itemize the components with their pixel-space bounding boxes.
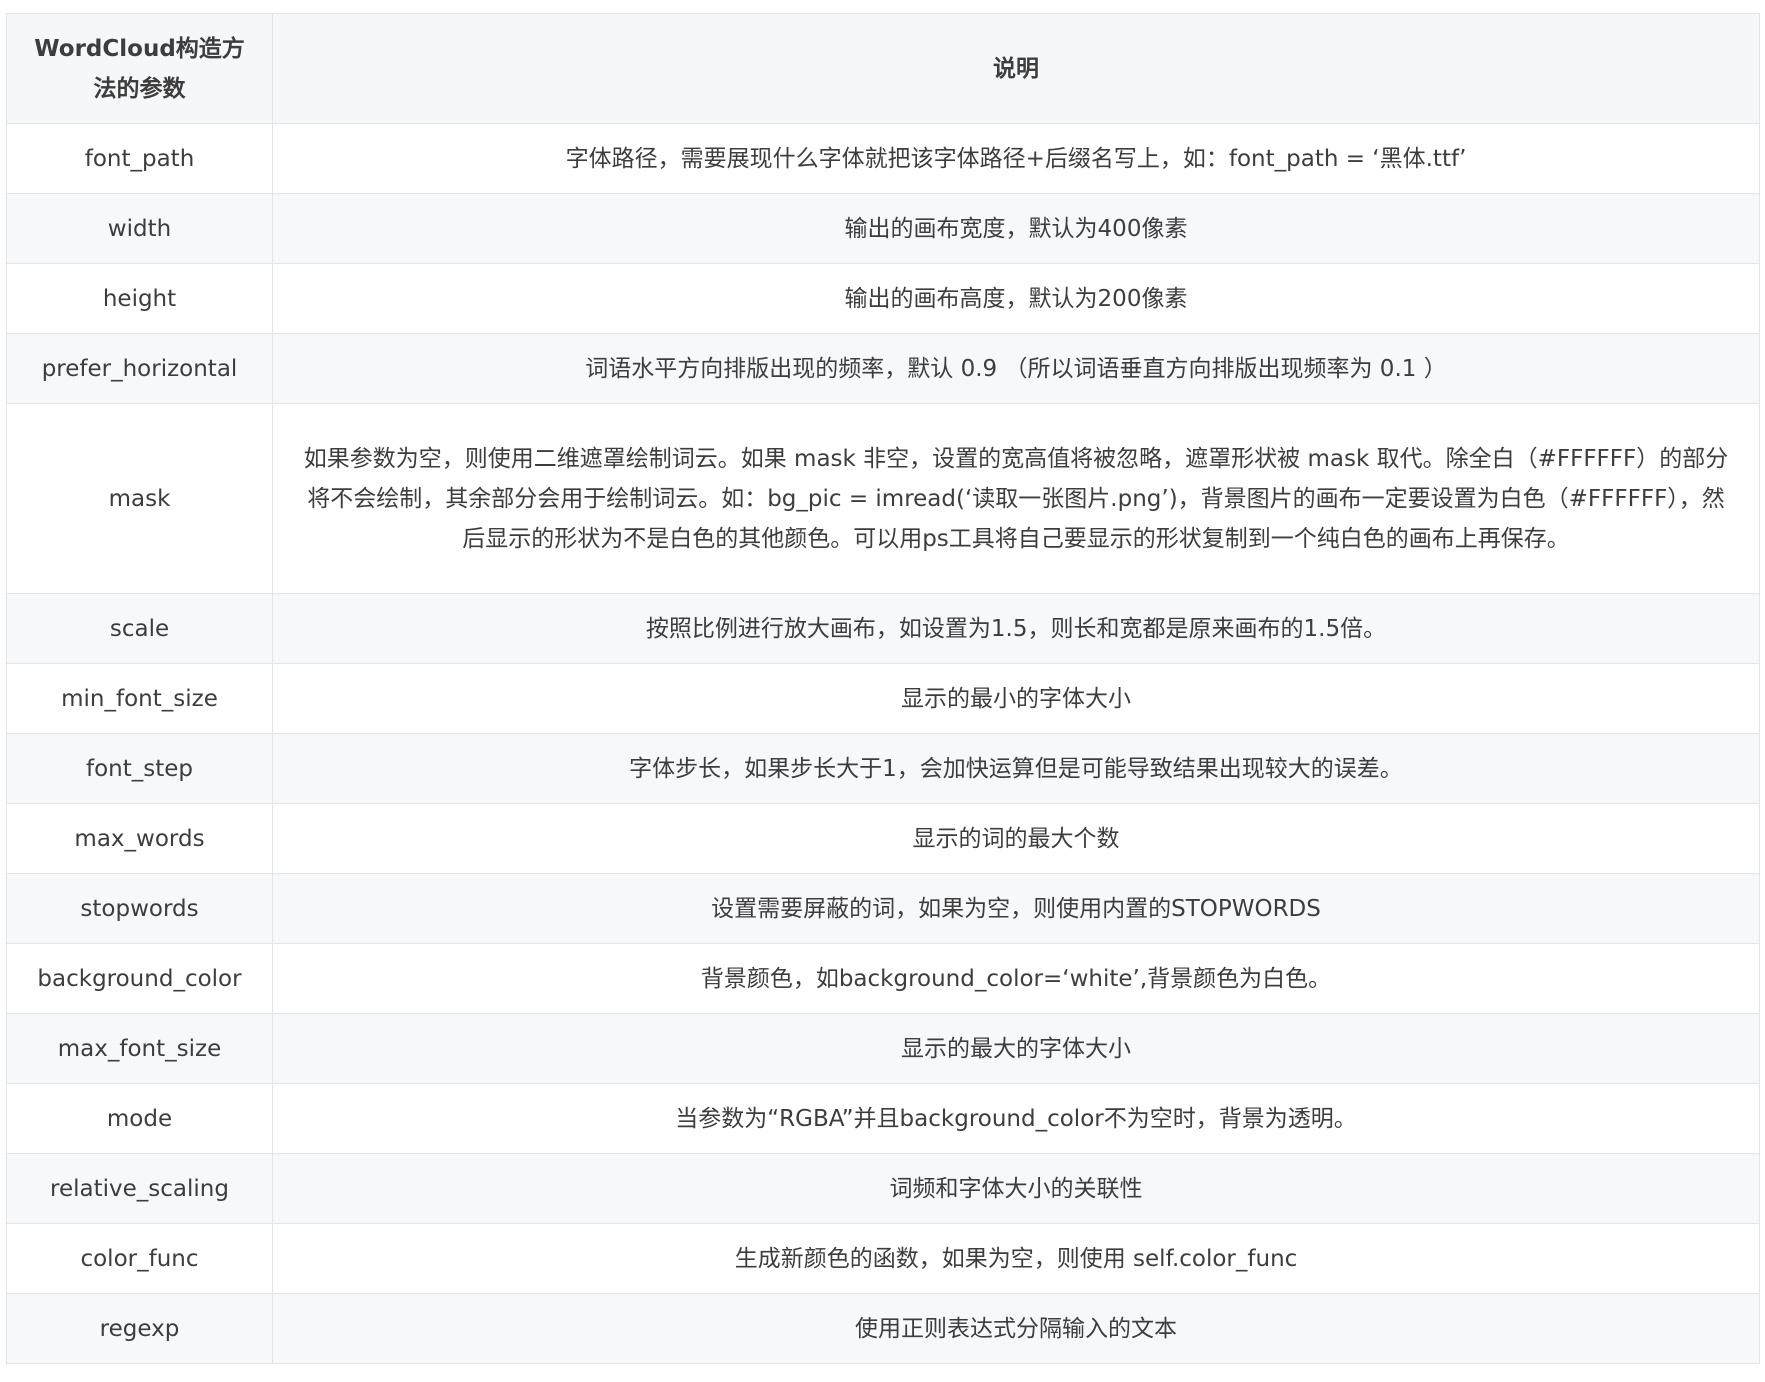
table-row: stopwords 设置需要屏蔽的词，如果为空，则使用内置的STOPWORDS (6, 873, 1760, 944)
param-description: 当参数为“RGBA”并且background_color不为空时，背景为透明。 (272, 1083, 1760, 1154)
param-name: scale (6, 593, 273, 664)
param-name: color_func (6, 1223, 273, 1294)
param-description: 词频和字体大小的关联性 (272, 1153, 1760, 1224)
param-name: mask (6, 403, 273, 594)
param-description: 词语水平方向排版出现的频率，默认 0.9 （所以词语垂直方向排版出现频率为 0.… (272, 333, 1760, 404)
table-row: max_font_size 显示的最大的字体大小 (6, 1013, 1760, 1084)
param-description: 生成新颜色的函数，如果为空，则使用 self.color_func (272, 1223, 1760, 1294)
table-row: background_color 背景颜色，如background_color=… (6, 943, 1760, 1014)
header-description: 说明 (272, 13, 1760, 124)
param-name: max_words (6, 803, 273, 874)
table-header-row: WordCloud构造方法的参数 说明 (6, 13, 1760, 124)
param-name: width (6, 193, 273, 264)
param-name: min_font_size (6, 663, 273, 734)
table-row: max_words 显示的词的最大个数 (6, 803, 1760, 874)
table-row: width 输出的画布宽度，默认为400像素 (6, 193, 1760, 264)
param-name: regexp (6, 1293, 273, 1364)
param-description: 按照比例进行放大画布，如设置为1.5，则长和宽都是原来画布的1.5倍。 (272, 593, 1760, 664)
table-row: scale 按照比例进行放大画布，如设置为1.5，则长和宽都是原来画布的1.5倍… (6, 593, 1760, 664)
table-row: mask 如果参数为空，则使用二维遮罩绘制词云。如果 mask 非空，设置的宽高… (6, 403, 1760, 594)
param-name: stopwords (6, 873, 273, 944)
parameter-table-container: WordCloud构造方法的参数 说明 font_path 字体路径，需要展现什… (6, 13, 1760, 1364)
wordcloud-parameter-table: WordCloud构造方法的参数 说明 font_path 字体路径，需要展现什… (6, 13, 1760, 1364)
param-description: 如果参数为空，则使用二维遮罩绘制词云。如果 mask 非空，设置的宽高值将被忽略… (272, 403, 1760, 594)
param-description: 使用正则表达式分隔输入的文本 (272, 1293, 1760, 1364)
param-description: 输出的画布宽度，默认为400像素 (272, 193, 1760, 264)
param-description: 背景颜色，如background_color=‘white’,背景颜色为白色。 (272, 943, 1760, 1014)
table-row: font_path 字体路径，需要展现什么字体就把该字体路径+后缀名写上，如：f… (6, 123, 1760, 194)
param-description: 显示的最大的字体大小 (272, 1013, 1760, 1084)
table-row: relative_scaling 词频和字体大小的关联性 (6, 1153, 1760, 1224)
param-description: 设置需要屏蔽的词，如果为空，则使用内置的STOPWORDS (272, 873, 1760, 944)
table-row: height 输出的画布高度，默认为200像素 (6, 263, 1760, 334)
param-name: background_color (6, 943, 273, 1014)
param-description: 输出的画布高度，默认为200像素 (272, 263, 1760, 334)
param-name: relative_scaling (6, 1153, 273, 1224)
header-parameter: WordCloud构造方法的参数 (6, 13, 273, 124)
param-description: 字体路径，需要展现什么字体就把该字体路径+后缀名写上，如：font_path =… (272, 123, 1760, 194)
param-name: prefer_horizontal (6, 333, 273, 404)
table-row: mode 当参数为“RGBA”并且background_color不为空时，背景… (6, 1083, 1760, 1154)
param-name: mode (6, 1083, 273, 1154)
param-description: 显示的最小的字体大小 (272, 663, 1760, 734)
param-name: max_font_size (6, 1013, 273, 1084)
table-row: font_step 字体步长，如果步长大于1，会加快运算但是可能导致结果出现较大… (6, 733, 1760, 804)
param-name: font_step (6, 733, 273, 804)
param-name: height (6, 263, 273, 334)
param-name: font_path (6, 123, 273, 194)
table-row: min_font_size 显示的最小的字体大小 (6, 663, 1760, 734)
param-description: 显示的词的最大个数 (272, 803, 1760, 874)
table-row: color_func 生成新颜色的函数，如果为空，则使用 self.color_… (6, 1223, 1760, 1294)
table-row: regexp 使用正则表达式分隔输入的文本 (6, 1293, 1760, 1364)
table-row: prefer_horizontal 词语水平方向排版出现的频率，默认 0.9 （… (6, 333, 1760, 404)
param-description: 字体步长，如果步长大于1，会加快运算但是可能导致结果出现较大的误差。 (272, 733, 1760, 804)
